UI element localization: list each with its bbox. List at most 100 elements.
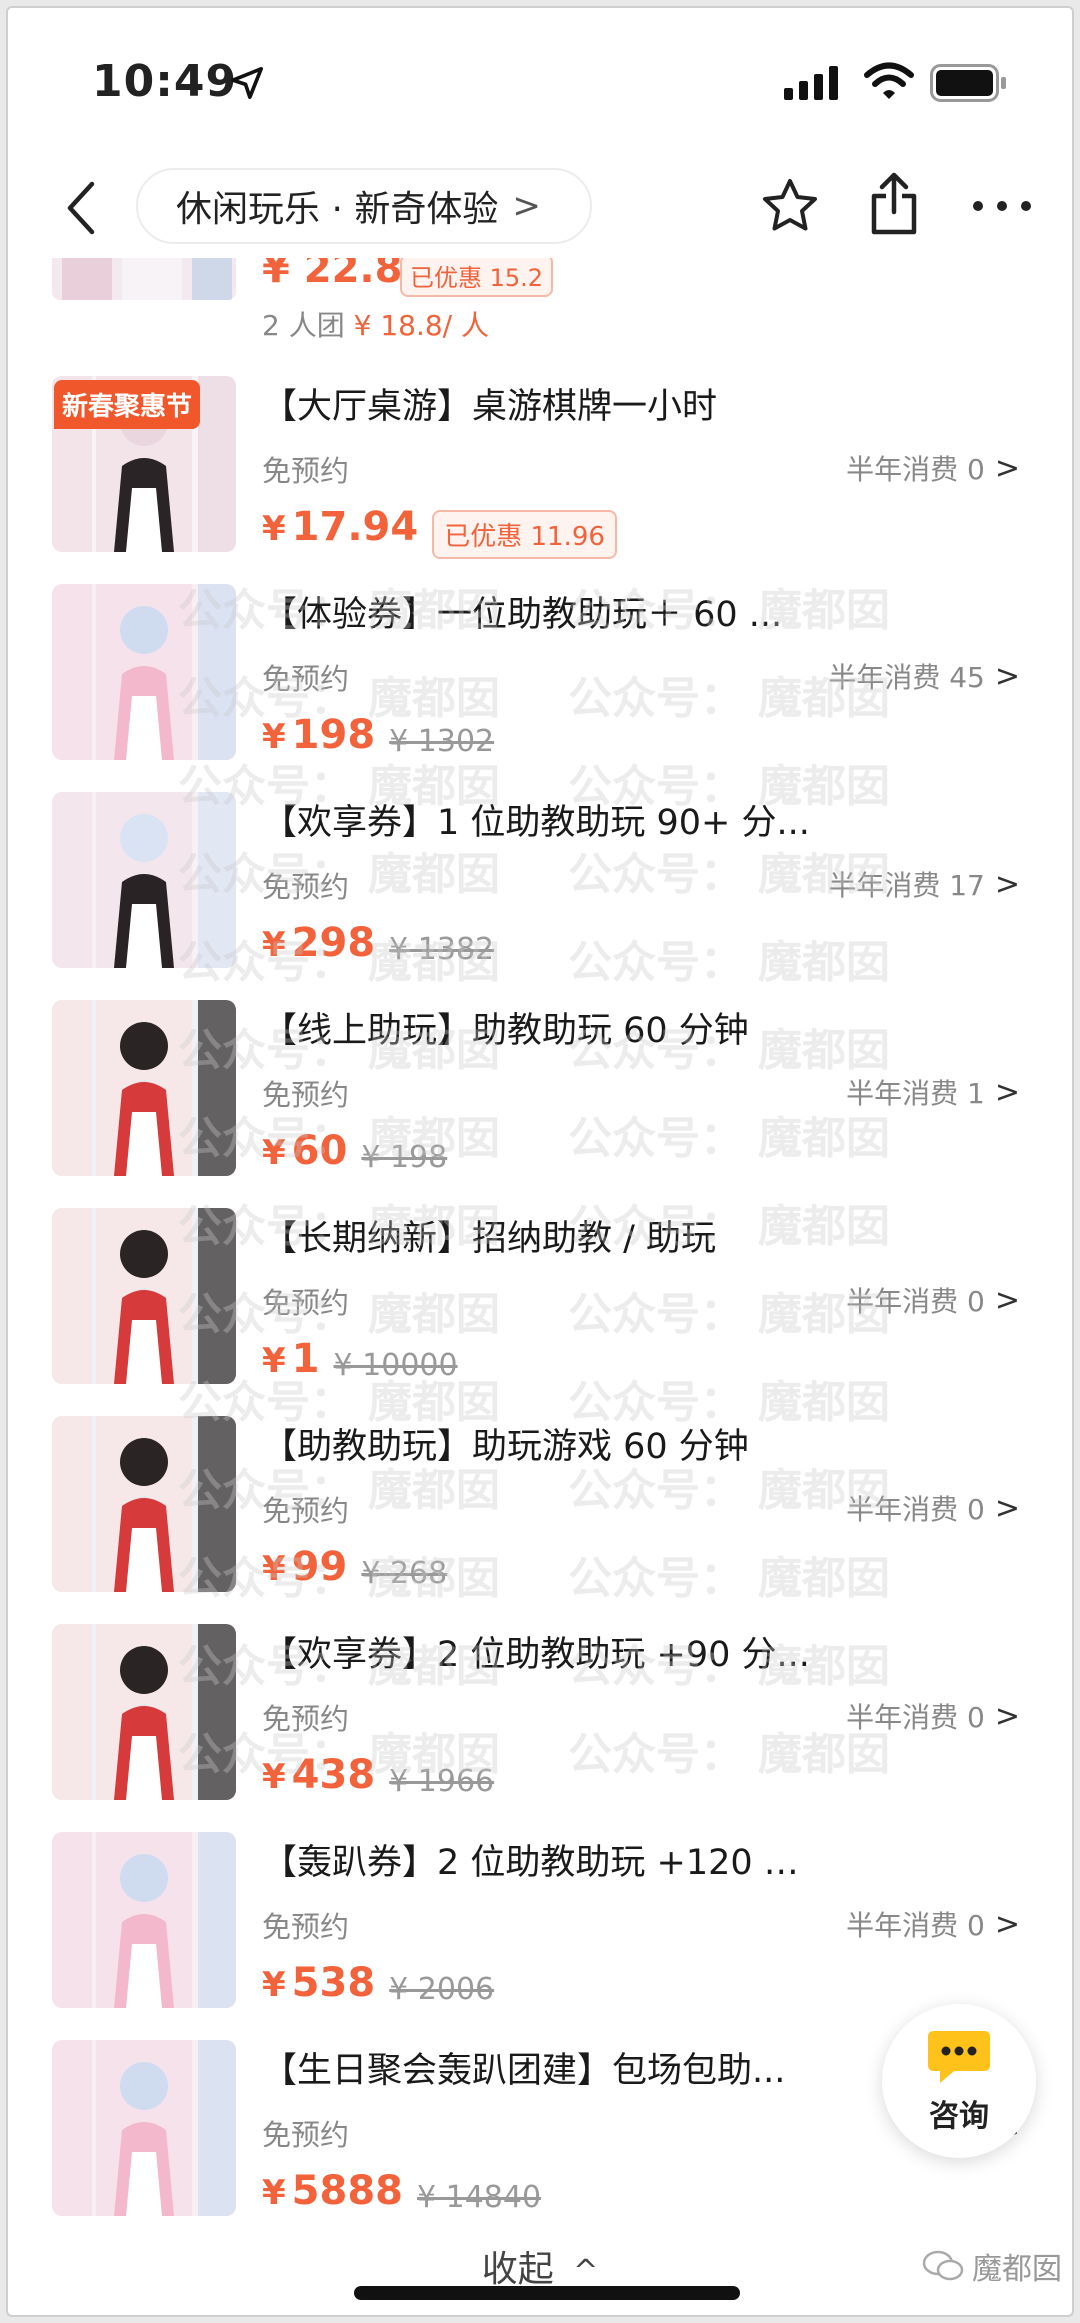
more-options-icon[interactable] bbox=[970, 188, 1034, 224]
discount-tag: 已优惠 11.96 bbox=[432, 510, 617, 559]
discount-tag: 已优惠 15.2 bbox=[400, 258, 554, 297]
currency-symbol: ¥ bbox=[262, 1757, 286, 1797]
currency-symbol: ¥ bbox=[262, 925, 286, 965]
product-title: 【欢享券】2 位助教助玩 +90 分... bbox=[262, 1635, 810, 1675]
chevron-right-icon: > bbox=[512, 186, 541, 226]
booking-label: 免预约 bbox=[262, 454, 350, 488]
home-indicator[interactable] bbox=[354, 2286, 740, 2300]
product-title: 【轰趴券】2 位助教助玩 +120 分... bbox=[262, 1843, 822, 1883]
product-price: ¥ 298 bbox=[262, 920, 375, 966]
original-price: ¥ 1382 bbox=[389, 932, 495, 967]
promo-badge: 新春聚惠节 bbox=[54, 380, 201, 429]
sales-label: 半年消费 45 bbox=[828, 661, 985, 694]
group-price-value: ¥ 18.8/ 人 bbox=[353, 309, 490, 342]
cellular-signal-icon bbox=[784, 66, 838, 100]
product-thumbnail bbox=[52, 1000, 236, 1176]
booking-label: 免预约 bbox=[262, 870, 350, 904]
list-item[interactable]: 【欢享券】1 位助教助玩 90+ 分... 免预约 半年消费 17 > ¥ 29… bbox=[8, 792, 1072, 1000]
sales-count[interactable]: 半年消费 0 > bbox=[846, 1696, 1020, 1736]
chevron-right-icon: > bbox=[994, 1282, 1020, 1318]
sales-label: 半年消费 0 bbox=[846, 1701, 985, 1734]
booking-label: 免预约 bbox=[262, 1078, 350, 1112]
price-value: 5888 bbox=[291, 2168, 403, 2214]
booking-label: 免预约 bbox=[262, 1494, 350, 1528]
product-thumbnail bbox=[52, 258, 236, 300]
product-title: 【大厅桌游】桌游棋牌一小时 bbox=[262, 387, 718, 427]
original-price: ¥ 268 bbox=[361, 1556, 448, 1591]
currency-symbol: ¥ bbox=[262, 2173, 286, 2213]
product-title: 【长期纳新】招纳助教 / 助玩 bbox=[262, 1219, 717, 1259]
chevron-right-icon: > bbox=[994, 1074, 1020, 1110]
product-price: ¥ 99 bbox=[262, 1544, 347, 1590]
list-item-partial[interactable]: ¥ 22.8 已优惠 15.2 2 人团 ¥ 18.8/ 人 bbox=[8, 258, 1072, 358]
product-thumbnail bbox=[52, 1208, 236, 1384]
share-icon[interactable] bbox=[866, 172, 922, 236]
list-item[interactable]: 【体验券】一位助教助玩＋ 60 ... 免预约 半年消费 45 > ¥ 198 … bbox=[8, 584, 1072, 792]
product-thumbnail bbox=[52, 1624, 236, 1800]
original-price: ¥ 14840 bbox=[417, 2180, 542, 2215]
back-icon[interactable] bbox=[58, 178, 108, 238]
booking-label: 免预约 bbox=[262, 1286, 350, 1320]
list-item[interactable]: 新春聚惠节 【大厅桌游】桌游棋牌一小时 免预约 半年消费 0 > ¥ 17.94… bbox=[8, 376, 1072, 584]
product-price: ¥ 438 bbox=[262, 1752, 375, 1798]
chevron-right-icon: > bbox=[994, 1490, 1020, 1526]
product-price: ¥ 17.94 bbox=[262, 504, 418, 550]
sales-label: 半年消费 0 bbox=[846, 453, 985, 486]
product-price: ¥ 1 bbox=[262, 1336, 320, 1382]
list-item[interactable]: 【助教助玩】助玩游戏 60 分钟 免预约 半年消费 0 > ¥ 99 ¥ 268 bbox=[8, 1416, 1072, 1624]
product-title: 【欢享券】1 位助教助玩 90+ 分... bbox=[262, 803, 810, 843]
status-bar: 10:49 bbox=[8, 8, 1072, 148]
product-title: 【助教助玩】助玩游戏 60 分钟 bbox=[262, 1427, 749, 1467]
sales-label: 半年消费 0 bbox=[846, 1909, 985, 1942]
consult-button[interactable]: 咨询 bbox=[882, 2004, 1036, 2158]
price-value: 298 bbox=[291, 920, 376, 966]
category-breadcrumb[interactable]: 休闲玩乐 · 新奇体验 > bbox=[136, 168, 592, 244]
navigation-bar: 休闲玩乐 · 新奇体验 > bbox=[8, 158, 1072, 258]
sales-label: 半年消费 1 bbox=[846, 1077, 985, 1110]
price-value: 438 bbox=[291, 1752, 376, 1798]
product-price: ¥ 538 bbox=[262, 1960, 375, 2006]
original-price: ¥ 1966 bbox=[389, 1764, 495, 1799]
original-price: ¥ 10000 bbox=[333, 1348, 458, 1383]
sales-count[interactable]: 半年消费 0 > bbox=[846, 1904, 1020, 1944]
booking-label: 免预约 bbox=[262, 1910, 350, 1944]
wechat-account-label: 魔都囡 bbox=[972, 2252, 1062, 2287]
product-thumbnail bbox=[52, 1416, 236, 1592]
price-value: 538 bbox=[291, 1960, 376, 2006]
product-thumbnail bbox=[52, 792, 236, 968]
list-item[interactable]: 【欢享券】2 位助教助玩 +90 分... 免预约 半年消费 0 > ¥ 438… bbox=[8, 1624, 1072, 1832]
booking-label: 免预约 bbox=[262, 2118, 350, 2152]
product-thumbnail bbox=[52, 2040, 236, 2216]
sales-count[interactable]: 半年消费 17 > bbox=[828, 864, 1020, 904]
sales-count[interactable]: 半年消费 0 > bbox=[846, 448, 1020, 488]
price-value: 17.94 bbox=[291, 504, 419, 550]
currency-symbol: ¥ bbox=[262, 717, 286, 757]
consult-label: 咨询 bbox=[929, 2099, 989, 2134]
wifi-icon bbox=[864, 62, 914, 99]
partial-price: ¥ 22.8 bbox=[262, 258, 403, 292]
chat-bubble-icon bbox=[928, 2031, 990, 2083]
chevron-right-icon: > bbox=[994, 1698, 1020, 1734]
breadcrumb-label: 休闲玩乐 · 新奇体验 bbox=[176, 189, 499, 230]
wechat-icon bbox=[922, 2250, 964, 2281]
sales-count[interactable]: 半年消费 0 > bbox=[846, 1280, 1020, 1320]
chevron-right-icon: > bbox=[994, 658, 1020, 694]
list-item[interactable]: 【长期纳新】招纳助教 / 助玩 免预约 半年消费 0 > ¥ 1 ¥ 10000 bbox=[8, 1208, 1072, 1416]
sales-count[interactable]: 半年消费 0 > bbox=[846, 1488, 1020, 1528]
sales-count[interactable]: 半年消费 45 > bbox=[828, 656, 1020, 696]
sales-label: 半年消费 0 bbox=[846, 1285, 985, 1318]
group-label: 2 人团 bbox=[262, 309, 345, 342]
original-price: ¥ 1302 bbox=[389, 724, 495, 759]
sales-count[interactable]: 半年消费 1 > bbox=[846, 1072, 1020, 1112]
list-item[interactable]: 【轰趴券】2 位助教助玩 +120 分... 免预约 半年消费 0 > ¥ 53… bbox=[8, 1832, 1072, 2040]
currency-symbol: ¥ bbox=[262, 1133, 286, 1173]
product-price: ¥ 5888 bbox=[262, 2168, 403, 2214]
sales-label: 半年消费 17 bbox=[828, 869, 985, 902]
list-item[interactable]: 【线上助玩】助教助玩 60 分钟 免预约 半年消费 1 > ¥ 60 ¥ 198 bbox=[8, 1000, 1072, 1208]
original-price: ¥ 2006 bbox=[389, 1972, 495, 2007]
favorite-star-icon[interactable] bbox=[760, 176, 820, 236]
collapse-button[interactable]: 收起 ^ bbox=[8, 2240, 1072, 2292]
product-list: ¥ 22.8 已优惠 15.2 2 人团 ¥ 18.8/ 人 新春聚惠节 【大厅… bbox=[8, 258, 1072, 2238]
price-value: 198 bbox=[291, 712, 376, 758]
collapse-label: 收起 bbox=[481, 2249, 554, 2290]
